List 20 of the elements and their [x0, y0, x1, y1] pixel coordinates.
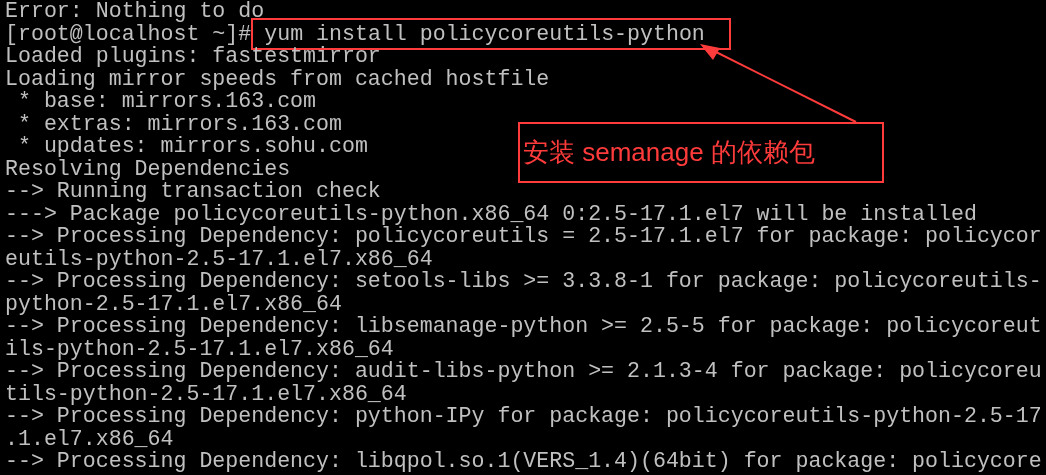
output-line: Loading mirror speeds from cached hostfile: [5, 67, 550, 90]
output-line: python-2.5-17.1.el7.x86_64: [5, 292, 342, 315]
output-line: * extras: mirrors.163.com: [16, 112, 342, 135]
output-line: --> Running transaction check: [5, 180, 381, 203]
output-line: * updates: mirrors.sohu.com: [16, 135, 368, 158]
output-line: tils-python-2.5-17.1.el7.x86_64: [5, 382, 407, 405]
output-line: .1.el7.x86_64: [5, 427, 174, 450]
shell-prompt: [root@localhost ~]#: [5, 22, 252, 45]
output-line: --> Processing Dependency: policycoreutils = 2.5-17.1.el7 for package: policycor: [5, 225, 1042, 248]
output-line: --> Processing Dependency: audit-libs-python >= 2.1.3-4 for package: policycoreu: [5, 360, 1042, 383]
callout-label: 安装 semanage 的依赖包: [518, 122, 884, 183]
output-line: --> Processing Dependency: setools-libs >= 3.3.8-1 for package: policycoreutils-: [5, 270, 1042, 293]
output-line: --> Processing Dependency: libqpol.so.1(VERS_1.4)(64bit) for package: policycore: [5, 450, 1042, 473]
output-line: ---> Package policycoreutils-python.x86_64 0:2.5-17.1.el7 will be installed: [5, 202, 977, 225]
output-line: --> Processing Dependency: libsemanage-python >= 2.5-5 for package: policycoreut: [5, 315, 1042, 338]
output-line: eutils-python-2.5-17.1.el7.x86_64: [5, 247, 433, 270]
output-line: * base: mirrors.163.com: [17, 90, 316, 113]
output-line: --> Processing Dependency: python-IPy for package: policycoreutils-python-2.5-17: [5, 405, 1042, 428]
output-line: ils-python-2.5-17.1.el7.x86_64: [5, 337, 394, 360]
output-line: Resolving Dependencies: [5, 157, 291, 180]
